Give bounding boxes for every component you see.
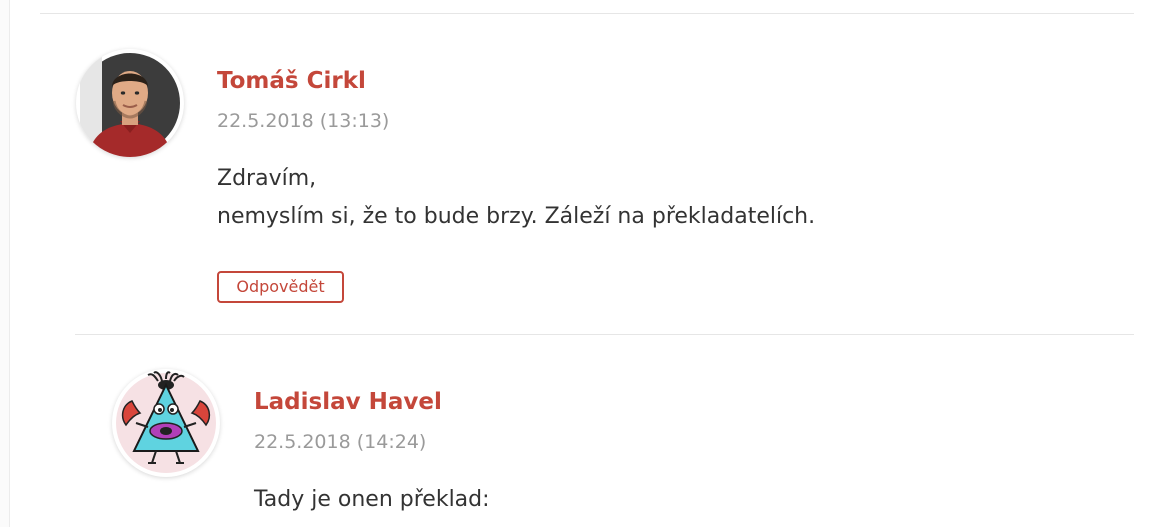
avatar bbox=[112, 369, 220, 477]
divider bbox=[75, 334, 1134, 335]
comment-line: nemyslím si, že to bude brzy. Záleží na … bbox=[217, 204, 816, 229]
avatar bbox=[76, 49, 184, 157]
comment-author[interactable]: Tomáš Cirkl bbox=[217, 68, 366, 94]
avatar-photo bbox=[80, 53, 180, 157]
avatar-cartoon bbox=[116, 371, 216, 473]
comment-date: 22.5.2018 (13:13) bbox=[217, 110, 390, 132]
divider bbox=[40, 13, 1134, 14]
comment-date: 22.5.2018 (14:24) bbox=[254, 431, 427, 453]
comment-body: Zdravím, nemyslím si, že to bude brzy. Z… bbox=[217, 160, 815, 236]
comment-line: Tady je onen překlad: bbox=[254, 487, 490, 512]
comment-author[interactable]: Ladislav Havel bbox=[254, 389, 442, 415]
comment-line: Zdravím, bbox=[217, 166, 317, 191]
comment-body: Tady je onen překlad: bbox=[254, 481, 490, 519]
reply-button[interactable]: Odpovědět bbox=[217, 271, 344, 303]
